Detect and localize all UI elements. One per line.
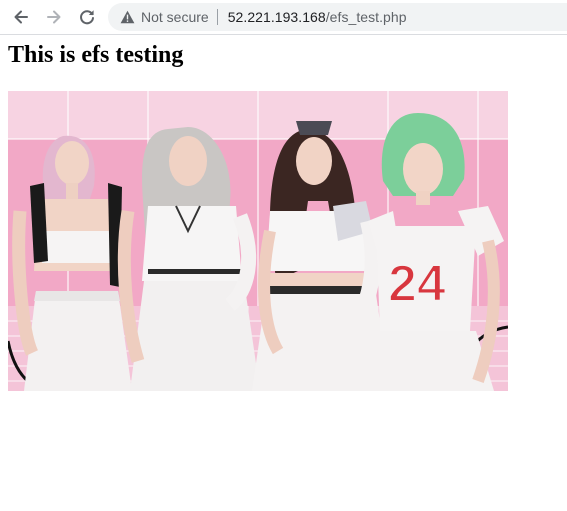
address-bar[interactable]: Not secure 52.221.193.168/efs_test.php [108, 3, 567, 31]
jersey-number: 24 [388, 255, 446, 313]
url-text[interactable]: 52.221.193.168/efs_test.php [228, 9, 407, 25]
warning-icon[interactable] [119, 9, 135, 25]
url-host: 52.221.193.168 [227, 9, 326, 25]
browser-toolbar: Not secure 52.221.193.168/efs_test.php [0, 0, 567, 35]
forward-arrow-icon [47, 10, 61, 24]
reload-icon [80, 10, 94, 25]
reload-button[interactable] [76, 6, 98, 28]
group-photo: 24 [8, 91, 508, 391]
forward-button[interactable] [43, 6, 65, 28]
page-heading: This is efs testing [8, 42, 184, 68]
security-status-label[interactable]: Not secure [141, 9, 209, 25]
back-button[interactable] [10, 6, 32, 28]
page-content: This is efs testing 24 [0, 36, 567, 511]
url-path: /efs_test.php [325, 9, 407, 25]
back-arrow-icon [14, 10, 28, 24]
omnibox-divider [216, 9, 218, 25]
